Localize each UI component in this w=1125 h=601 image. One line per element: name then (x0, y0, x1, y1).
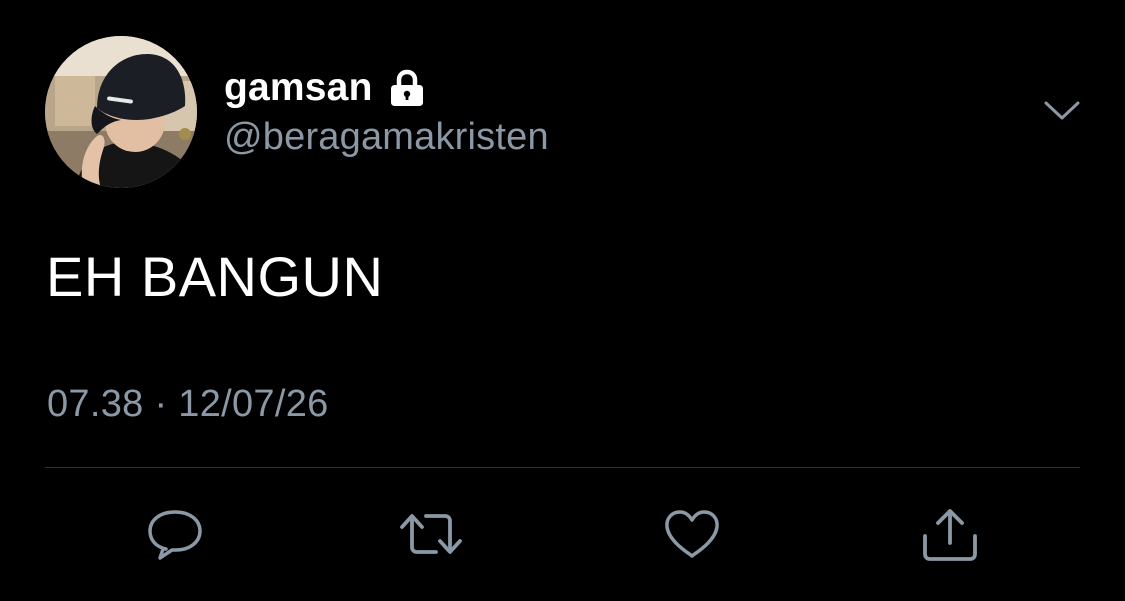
tweet-detail: gamsan @beragamakristen EH BANGUN 07.38 … (0, 0, 1125, 601)
tweet-timestamp[interactable]: 07.38 · 12/07/26 (47, 383, 329, 426)
like-icon (663, 508, 721, 560)
avatar-photo (45, 36, 197, 188)
retweet-button[interactable] (398, 506, 464, 562)
share-button[interactable] (920, 506, 980, 562)
share-icon (919, 506, 981, 562)
display-name-row: gamsan (224, 62, 549, 114)
divider (45, 467, 1080, 468)
reply-button[interactable] (145, 506, 205, 562)
avatar[interactable] (45, 36, 197, 188)
user-info: gamsan @beragamakristen (224, 62, 549, 159)
display-name[interactable]: gamsan (224, 66, 373, 110)
retweet-icon (398, 509, 464, 559)
user-handle[interactable]: @beragamakristen (224, 116, 549, 159)
tweet-text: EH BANGUN (46, 245, 384, 308)
like-button[interactable] (662, 506, 722, 562)
chevron-down-icon[interactable] (1040, 96, 1084, 126)
reply-icon (146, 507, 204, 561)
lock-icon (387, 68, 427, 108)
